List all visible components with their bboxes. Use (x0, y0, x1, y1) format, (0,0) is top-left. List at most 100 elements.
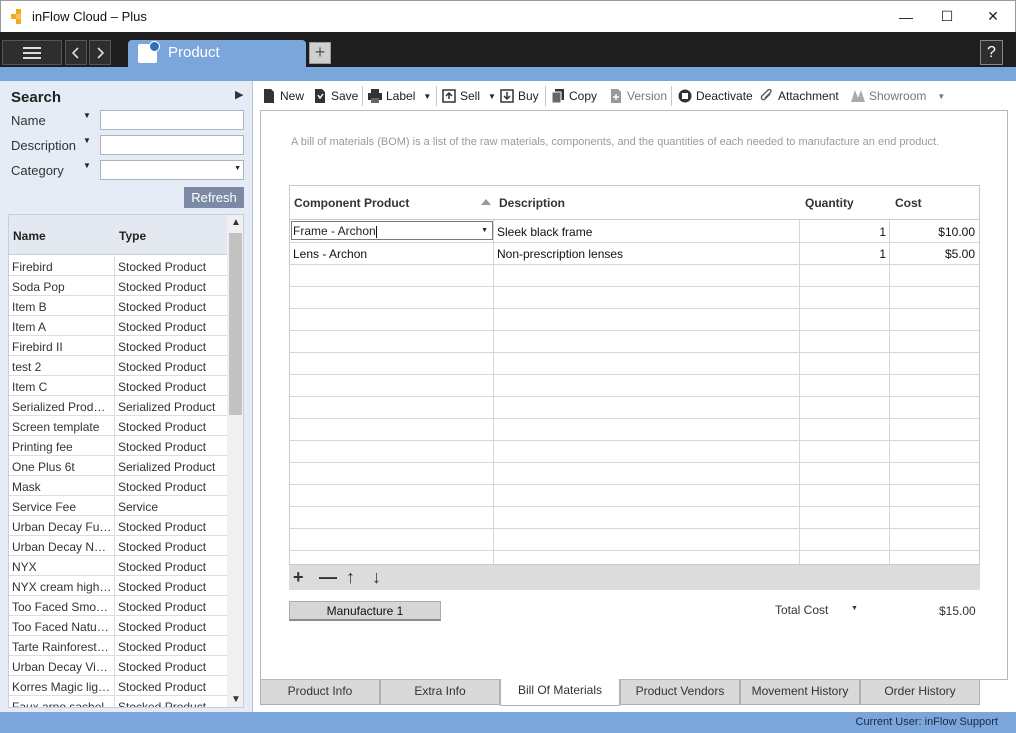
label-button[interactable]: Label ▼ (368, 87, 431, 105)
add-tab-button[interactable]: + (309, 42, 331, 64)
name-filter-dropdown-icon[interactable]: ▼ (83, 111, 91, 120)
name-search-input[interactable] (100, 110, 244, 130)
list-item[interactable]: Tarte Rainforest of... Stocked Product (9, 636, 227, 656)
list-item[interactable]: Too Faced Natura... Stocked Product (9, 616, 227, 636)
scroll-up-icon[interactable]: ▲ (231, 217, 241, 228)
new-document-icon (264, 89, 274, 103)
save-label: Save (331, 89, 359, 103)
category-select[interactable]: ▼ (100, 160, 244, 180)
list-item[interactable]: One Plus 6t Serialized Product (9, 456, 227, 476)
description-search-input[interactable] (100, 135, 244, 155)
move-up-icon[interactable]: ↑ (346, 568, 355, 586)
list-item-name: Soda Pop (12, 280, 65, 294)
grid-row-divider (290, 352, 979, 353)
column-header-component-product[interactable]: Component Product (294, 196, 409, 210)
tab-movement-history[interactable]: Movement History (740, 680, 860, 705)
list-item-type: Stocked Product (114, 576, 209, 596)
list-item-type: Serialized Product (114, 456, 218, 476)
list-item[interactable]: Printing fee Stocked Product (9, 436, 227, 456)
column-header-description[interactable]: Description (499, 196, 565, 210)
list-item-type: Stocked Product (114, 376, 209, 396)
list-item[interactable]: Item B Stocked Product (9, 296, 227, 316)
bom-cell-cost[interactable]: $10.00 (890, 225, 975, 239)
category-filter-dropdown-icon[interactable]: ▼ (83, 161, 91, 170)
search-name-row: Name ▼ (11, 110, 251, 132)
sell-button[interactable]: Sell ▼ (442, 87, 496, 105)
deactivate-icon (678, 89, 692, 103)
close-button[interactable]: ✕ (970, 1, 1016, 32)
description-filter-dropdown-icon[interactable]: ▼ (83, 136, 91, 145)
list-item[interactable]: test 2 Stocked Product (9, 356, 227, 376)
bom-cell-cost[interactable]: $5.00 (890, 247, 975, 261)
collapse-panel-icon[interactable]: ▶ (235, 88, 243, 101)
save-button[interactable]: Save (313, 87, 358, 105)
column-header-name[interactable]: Name (13, 229, 46, 243)
list-item[interactable]: Item A Stocked Product (9, 316, 227, 336)
version-button[interactable]: Version (609, 87, 667, 105)
scroll-down-icon[interactable]: ▼ (231, 694, 241, 705)
tab-bill-of-materials[interactable]: Bill Of Materials (500, 679, 620, 706)
list-item[interactable]: Firebird II Stocked Product (9, 336, 227, 356)
list-item-type: Stocked Product (114, 356, 209, 376)
list-item[interactable]: Item C Stocked Product (9, 376, 227, 396)
deactivate-button[interactable]: Deactivate (678, 87, 753, 105)
list-item[interactable]: Too Faced Smoke... Stocked Product (9, 596, 227, 616)
new-button[interactable]: New (262, 87, 304, 105)
manufacture-button[interactable]: Manufacture 1 (289, 601, 441, 621)
label-dropdown-icon[interactable]: ▼ (423, 92, 431, 101)
tab-product-label: Product (168, 44, 220, 61)
scrollbar-thumb[interactable] (229, 233, 242, 415)
bom-cell-quantity[interactable]: 1 (800, 225, 886, 239)
add-row-icon[interactable]: + (293, 568, 304, 586)
total-cost-dropdown-icon[interactable]: ▼ (851, 605, 858, 612)
list-item[interactable]: Urban Decay Vice... Stocked Product (9, 656, 227, 676)
grid-column-divider (493, 220, 494, 564)
bom-cell-description[interactable]: Sleek black frame (497, 225, 592, 239)
column-header-quantity[interactable]: Quantity (805, 196, 854, 210)
bom-description-text: A bill of materials (BOM) is a list of t… (291, 136, 940, 148)
tab-order-history[interactable]: Order History (860, 680, 980, 705)
list-item[interactable]: Soda Pop Stocked Product (9, 276, 227, 296)
list-item[interactable]: Urban Decay Nak... Stocked Product (9, 536, 227, 556)
move-down-icon[interactable]: ↓ (372, 568, 381, 586)
list-item[interactable]: Faux arno sachel Stocked Product (9, 696, 227, 707)
column-header-cost[interactable]: Cost (895, 196, 922, 210)
tab-product-info[interactable]: Product Info (260, 680, 380, 705)
buy-button[interactable]: Buy (500, 87, 539, 105)
minimize-button[interactable]: — (883, 1, 929, 32)
remove-row-icon[interactable]: — (319, 568, 337, 586)
tab-product-vendors[interactable]: Product Vendors (620, 680, 740, 705)
list-item[interactable]: Screen template Stocked Product (9, 416, 227, 436)
help-button[interactable]: ? (980, 40, 1003, 65)
back-button[interactable] (65, 40, 87, 65)
hamburger-icon (23, 46, 41, 59)
attachment-button[interactable]: Attachment (760, 87, 839, 105)
sell-dropdown-icon[interactable]: ▼ (488, 92, 496, 101)
bom-cell-description[interactable]: Non-prescription lenses (497, 247, 623, 261)
column-header-type[interactable]: Type (119, 229, 146, 243)
tab-extra-info[interactable]: Extra Info (380, 680, 500, 705)
new-product-icon (138, 41, 160, 63)
bom-cell-component[interactable]: Lens - Archon (293, 247, 367, 261)
list-item-type: Stocked Product (114, 596, 209, 616)
list-item[interactable]: NYX cream highlig... Stocked Product (9, 576, 227, 596)
list-item[interactable]: Firebird Stocked Product (9, 256, 227, 276)
list-item[interactable]: Korres Magic light... Stocked Product (9, 676, 227, 696)
forward-button[interactable] (89, 40, 111, 65)
copy-button[interactable]: Copy (551, 87, 597, 105)
product-list-scrollbar[interactable]: ▲ ▼ (227, 215, 243, 707)
refresh-button[interactable]: Refresh (184, 187, 244, 208)
list-item[interactable]: NYX Stocked Product (9, 556, 227, 576)
main-menu-button[interactable] (2, 40, 62, 65)
showroom-button[interactable]: Showroom ▼ (851, 87, 945, 105)
list-item[interactable]: Service Fee Service (9, 496, 227, 516)
list-item[interactable]: Urban Decay Full ... Stocked Product (9, 516, 227, 536)
tab-product[interactable]: Product (128, 40, 306, 67)
list-item[interactable]: Mask Stocked Product (9, 476, 227, 496)
showroom-dropdown-icon[interactable]: ▼ (937, 92, 945, 101)
chevron-down-icon: ▼ (481, 227, 488, 234)
maximize-button[interactable]: ☐ (924, 1, 970, 32)
component-product-select[interactable]: Frame - Archon ▼ (291, 221, 493, 240)
bom-cell-quantity[interactable]: 1 (800, 247, 886, 261)
list-item[interactable]: Serialized Product 1 Serialized Product (9, 396, 227, 416)
